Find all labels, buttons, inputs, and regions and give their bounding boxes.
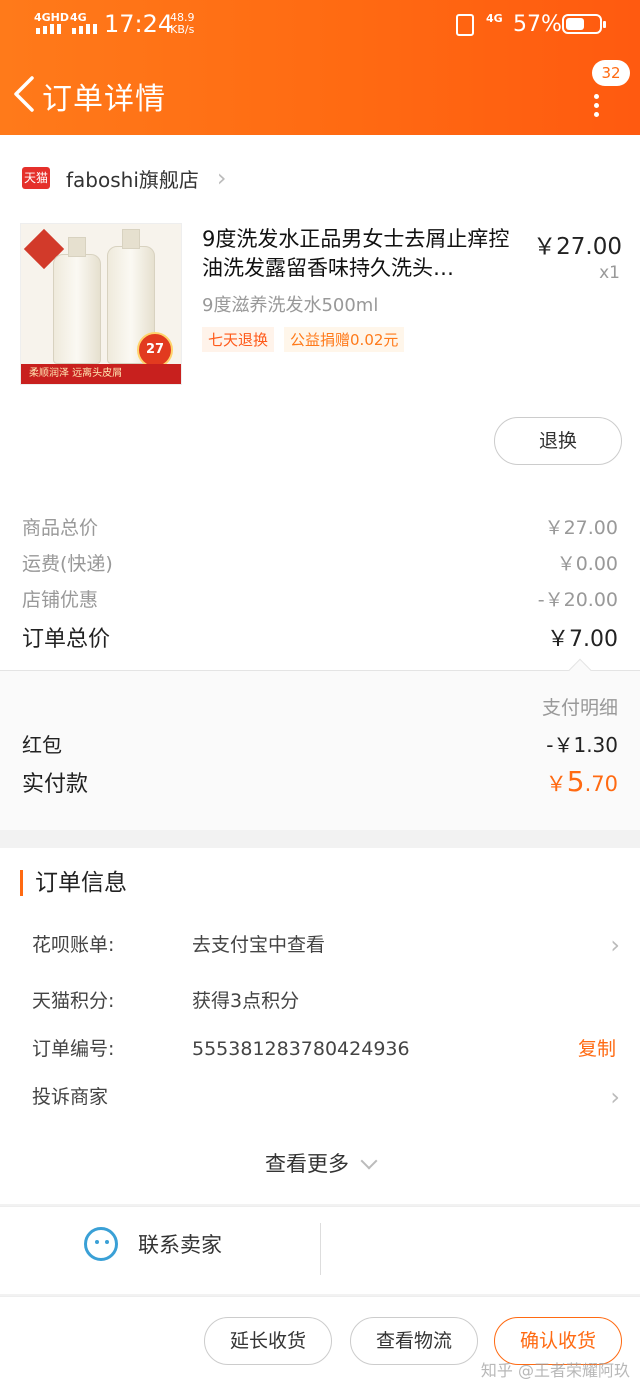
info-value: 去支付宝中查看 [192,934,326,956]
redpacket-value: -￥1.30 [546,733,618,757]
paid-dec: .70 [584,772,618,796]
product-price: ￥27.00 [533,234,622,260]
paid-int: 5 [566,765,585,798]
product-name[interactable]: 9度洗发水正品男女士去屑止痒控油洗发露留香味持久洗头… [202,225,524,283]
message-count-badge[interactable]: 32 [592,60,630,86]
tmall-logo-icon: 天猫 [22,167,50,189]
contact-bar: 联系卖家 [0,1206,640,1294]
paid-label: 实付款 [22,772,89,797]
status-bar: 4GHD 4G 17:24 48.9 KB/s 4G 57% [0,0,640,52]
nav-bar: 订单详情 32 [0,60,640,130]
order-info-title: 订单信息 [20,870,127,896]
chevron-right-icon: › [610,931,620,959]
redpacket-row: 红包 -￥1.30 [22,729,618,758]
battery-percent: 57% [513,12,562,37]
paid-amount: ￥5.70 [546,765,618,798]
network-speed: 48.9 KB/s [170,12,195,36]
product-quantity: x1 [599,263,620,283]
summary-label: 商品总价 [22,517,99,539]
contact-seller-label: 联系卖家 [138,1233,222,1257]
summary-value: ￥0.00 [556,553,618,575]
info-label: 天猫积分: [32,990,115,1012]
thumb-banner: 柔顺润泽 远离头皮屑 [21,364,181,384]
summary-row: 运费(快递) ￥0.00 [22,549,618,576]
signal-label-2: 4G [70,11,87,24]
extend-receipt-button[interactable]: 延长收货 [204,1317,332,1365]
view-more-label: 查看更多 [265,1152,349,1176]
thumb-price-badge: 27 [137,332,173,368]
refund-button[interactable]: 退换 [494,417,622,465]
info-label: 订单编号: [32,1038,115,1060]
info-label: 花呗账单: [32,934,115,956]
order-number: 555381283780424936 [192,1038,410,1060]
product-tags: 七天退换 公益捐赠0.02元 [202,327,405,352]
battery-fill [566,18,584,30]
copy-button[interactable]: 复制 [578,1034,616,1064]
info-value: 获得3点积分 [192,990,300,1012]
product-thumbnail[interactable]: 27 柔顺润泽 远离头皮屑 [20,223,182,385]
divider [320,1223,321,1275]
battery-icon [562,14,606,34]
chat-icon [84,1227,118,1261]
order-total-row: 订单总价 ￥7.00 [22,621,618,653]
watermark: 知乎 @王者荣耀阿玖 [480,1361,630,1380]
header-bar: 4GHD 4G 17:24 48.9 KB/s 4G 57% 订单详情 32 [0,0,640,135]
summary-label: 店铺优惠 [22,589,99,611]
store-name: faboshi旗舰店 [66,167,199,192]
clock: 17:24 [104,10,174,38]
summary-value: -￥20.00 [537,589,618,611]
speed-unit: KB/s [170,23,195,36]
paid-currency: ￥ [545,772,567,796]
info-row-complaint[interactable]: 投诉商家 › [32,1082,620,1112]
action-bar: 延长收货 查看物流 确认收货 知乎 @王者荣耀阿玖 [0,1296,640,1387]
info-row-points: 天猫积分: 获得3点积分 [32,986,620,1016]
bottle-image [53,237,101,364]
info-row-huabei[interactable]: 花呗账单: 去支付宝中查看 › [32,930,620,960]
info-row-order-number: 订单编号: 555381283780424936 复制 [32,1034,620,1064]
summary-row: 商品总价 ￥27.00 [22,513,618,540]
signal-label-1: 4GHD [34,11,70,24]
network-type: 4G [486,12,503,25]
tag-charity: 公益捐赠0.02元 [284,327,405,352]
signal-bars-icon-2 [72,24,97,34]
contact-seller-button[interactable]: 联系卖家 [84,1227,222,1261]
payment-detail-panel: 支付明细 红包 -￥1.30 实付款 ￥5.70 [0,670,640,830]
more-menu-icon[interactable] [594,94,600,118]
summary-value: ￥27.00 [544,517,618,539]
tag-seven-day-return: 七天退换 [202,327,275,352]
page-title: 订单详情 [42,82,166,117]
back-arrow-icon[interactable] [10,74,40,114]
summary-label: 运费(快递) [22,553,113,575]
summary-row: 店铺优惠 -￥20.00 [22,585,618,612]
store-link[interactable]: 天猫 faboshi旗舰店 › [22,163,227,193]
order-total-value: ￥7.00 [547,627,618,652]
view-more-button[interactable]: 查看更多 [0,1148,640,1178]
order-total-label: 订单总价 [22,627,111,652]
paid-amount-row: 实付款 ￥5.70 [22,765,618,798]
payment-detail-link[interactable]: 支付明细 [542,693,618,720]
vibrate-icon [456,14,474,36]
view-logistics-button[interactable]: 查看物流 [350,1317,478,1365]
signal-bars-icon [36,24,61,34]
chevron-right-icon: › [610,1083,620,1111]
product-spec: 9度滋养洗发水500ml [202,295,379,316]
chevron-down-icon [360,1152,378,1170]
redpacket-label: 红包 [22,733,62,757]
info-label: 投诉商家 [32,1086,109,1108]
chevron-right-icon: › [216,164,227,192]
product-card: 天猫 faboshi旗舰店 › 27 柔顺润泽 远离头皮屑 9度洗发水正品男女士… [0,135,640,670]
order-info-card: 订单信息 花呗账单: 去支付宝中查看 › 天猫积分: 获得3点积分 订单编号: … [0,848,640,1204]
